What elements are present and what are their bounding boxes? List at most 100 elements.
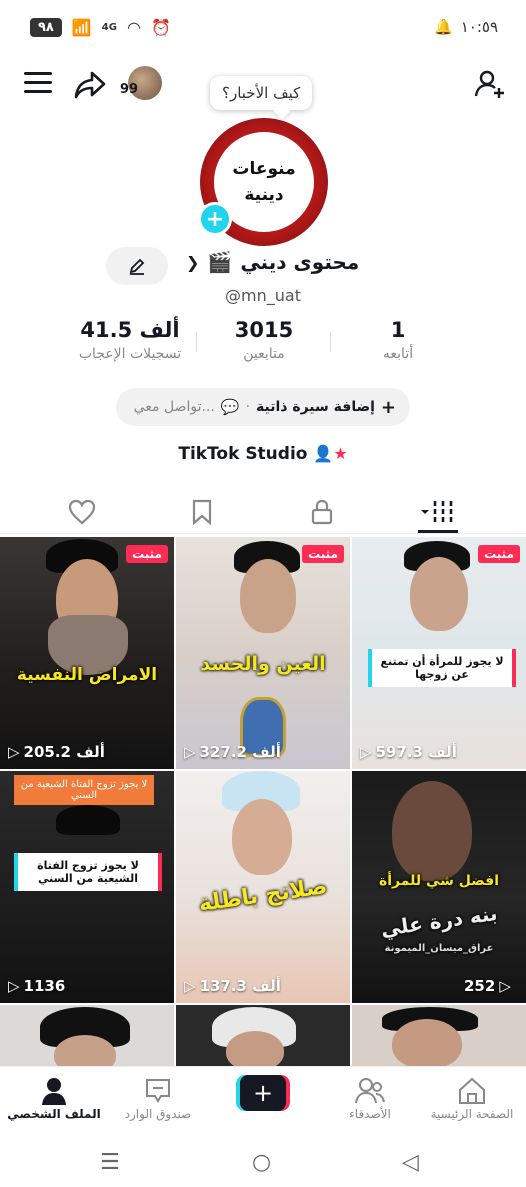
active-tab-indicator [418,530,458,533]
video-thumbnail[interactable]: لا يجوز تزوج الفتاة الشيعية من السني لا … [0,771,174,1003]
likes-stat[interactable]: 41.5 ألف تسجيلات الإعجاب [70,318,190,362]
signal-icon: 📶 [71,18,92,37]
nav-home[interactable]: الصفحة الرئيسية [422,1075,522,1121]
tab-favorites[interactable] [182,494,222,530]
view-count-value: 1136 [23,977,66,995]
profile-stats: 41.5 ألف تسجيلات الإعجاب 3015 متابعين 1 … [0,318,526,374]
view-count-value: 252 [464,977,496,995]
person-face [226,1031,284,1067]
nav-profile[interactable]: الملف الشخصي [4,1075,104,1121]
play-icon: ▷ [8,743,20,761]
add-friend-icon[interactable] [474,68,506,104]
person-filled-icon [4,1075,104,1107]
share-icon[interactable] [74,70,106,104]
avatar-text: منوعات دينية [232,156,295,208]
video-thumbnail[interactable]: مثبت العين والحسد ▷ 327.2 ألف [176,537,350,769]
following-stat[interactable]: 1 أتابعه [360,318,436,362]
view-count-value: 597.3 ألف [375,743,457,761]
battery-indicator: ٩٨ [30,18,62,37]
greeting-bubble[interactable]: كيف الأخبار؟ [210,76,313,110]
add-bio-label[interactable]: إضافة سيرة ذاتية [256,399,375,415]
view-count: ▷ 137.3 ألف [184,977,281,995]
video-thumbnail[interactable]: مثبت الامراض النفسية ▷ 205.2 ألف [0,537,174,769]
caption-top-box: لا يجوز تزوج الفتاة الشيعية من السني [14,775,154,805]
add-story-plus-icon[interactable]: + [198,202,232,236]
chevron-down-icon[interactable]: ❯ [186,253,199,272]
nav-profile-label: الملف الشخصي [7,1107,101,1121]
bottom-navigation: الملف الشخصي صندوق الوارد + الأصدقاء الص… [0,1066,526,1136]
back-icon[interactable]: ◁ [402,1150,419,1175]
inbox-icon [108,1075,208,1107]
tab-videos[interactable] [418,494,458,530]
videos-grid-icon [421,501,453,523]
view-count-value: 327.2 ألف [199,743,281,761]
likes-count: 41.5 ألف [80,318,180,342]
status-bar: ٩٨ 📶 4G ◠ ⏰ 🔔 ١٠:٥٩ [0,0,526,56]
recent-apps-icon[interactable]: ☰ [100,1150,120,1175]
pinned-badge: مثبت [126,545,168,563]
video-caption: الامراض النفسية [16,665,158,685]
home-icon [422,1075,522,1107]
home-circle-icon[interactable]: ○ [252,1150,271,1175]
bio-actions[interactable]: تواصل معي... 💬 · إضافة سيرة ذاتية + [116,388,410,426]
pinned-badge: مثبت [478,545,520,563]
video-caption-tertiary: عراق_ميسان_الميمونة [384,943,494,954]
view-count: ▷ 597.3 ألف [360,743,457,761]
play-icon: ▷ [184,743,196,761]
nav-inbox[interactable]: صندوق الوارد [108,1075,208,1121]
pinned-badge: مثبت [302,545,344,563]
following-count: 1 [390,318,406,342]
studio-icon: 👤★ [313,444,348,463]
bio-separator: · [245,399,251,415]
likes-label: تسجيلات الإعجاب [78,346,182,362]
play-icon: ▷ [184,977,196,995]
name-row[interactable]: ❯ 🎬 محتوى ديني [186,250,359,274]
pencil-icon [129,258,145,275]
nav-friends[interactable]: الأصدقاء [320,1075,420,1121]
video-thumbnail[interactable]: صلاتج باطلة ▷ 137.3 ألف [176,771,350,1003]
wifi-icon: ◠ [126,18,141,37]
tiktok-studio-link[interactable]: TikTok Studio 👤★ [0,444,526,464]
avatar-text-line1: منوعات [232,159,296,179]
menu-icon[interactable] [24,72,52,94]
video-thumbnail[interactable] [176,1005,350,1067]
video-caption: العين والحسد [200,653,326,675]
system-navigation: ☰ ○ ◁ [0,1136,526,1187]
heart-icon [68,499,96,525]
tab-private[interactable] [302,494,342,530]
person-face [410,557,468,631]
nav-home-label: الصفحة الرئيسية [430,1107,514,1121]
video-thumbnail[interactable] [352,1005,526,1067]
create-plus-icon: + [240,1075,286,1111]
contact-label[interactable]: تواصل معي... [134,399,215,415]
stat-divider [196,332,197,352]
nav-inbox-label: صندوق الوارد [124,1107,192,1121]
person-face [392,1019,462,1067]
studio-label: TikTok Studio [178,444,308,464]
followers-label: متابعين [243,346,285,362]
video-thumbnail[interactable]: مثبت لا يجوز للمرأة أن تمتنع عن زوجها ▷ 5… [352,537,526,769]
video-thumbnail[interactable] [0,1005,174,1067]
username: @mn_uat [225,286,301,305]
following-label: أتابعه [382,346,414,362]
clapperboard-icon: 🎬 [207,250,233,274]
view-count: ▷ 205.2 ألف [8,743,105,761]
stat-divider [330,332,331,352]
status-left: ٩٨ 📶 4G ◠ ⏰ [30,18,171,37]
notification-bell-icon: 🔔 [434,18,453,36]
followers-stat[interactable]: 3015 متابعين [214,318,314,362]
edit-name-button[interactable] [106,247,168,285]
chat-icon: 💬 [220,398,240,416]
play-icon: ▷ [360,743,372,761]
followers-count: 3015 [234,318,294,342]
create-button[interactable]: + [236,1075,290,1111]
tab-liked[interactable] [62,494,102,530]
caption-box: لا يجوز للمرأة أن تمتنع عن زوجها [368,649,516,687]
view-count: ▷ 1136 [8,977,65,995]
play-icon: ▷ [8,977,20,995]
video-caption: افضل شي للمرأة [378,873,500,889]
video-thumbnail[interactable]: افضل شي للمرأة بنه درة علي عراق_ميسان_ال… [352,771,526,1003]
play-icon: ▷ [499,977,511,995]
caption-box: لا يجوز تزوج الفتاة الشيعية من السني [14,853,162,891]
story-count-badge: 99 [120,82,139,97]
